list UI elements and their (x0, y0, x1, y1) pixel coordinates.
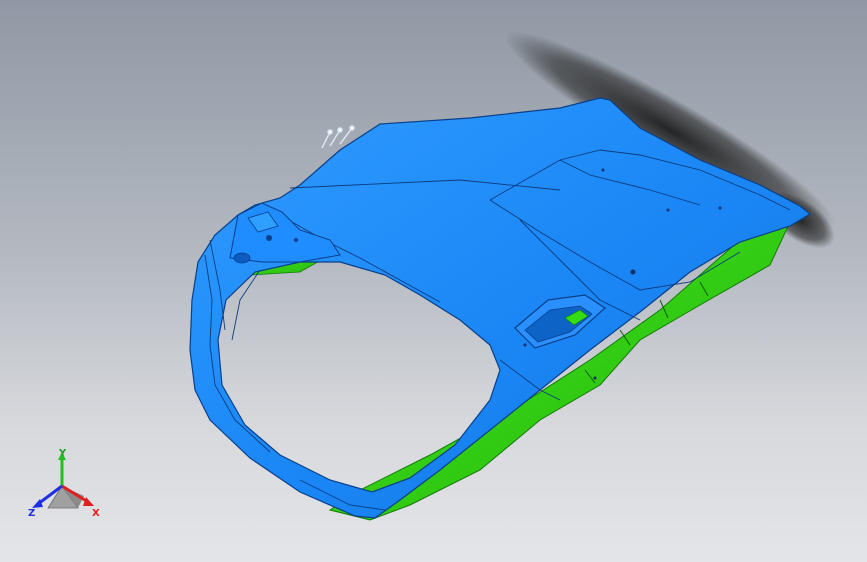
z-axis-label: Z (28, 508, 35, 519)
graphics-viewport[interactable]: Y X Z (0, 0, 867, 562)
y-axis-label: Y (58, 448, 67, 459)
cad-model[interactable] (0, 0, 867, 562)
view-orientation-triad[interactable]: Y X Z (26, 446, 106, 526)
x-axis-label: X (92, 508, 100, 519)
